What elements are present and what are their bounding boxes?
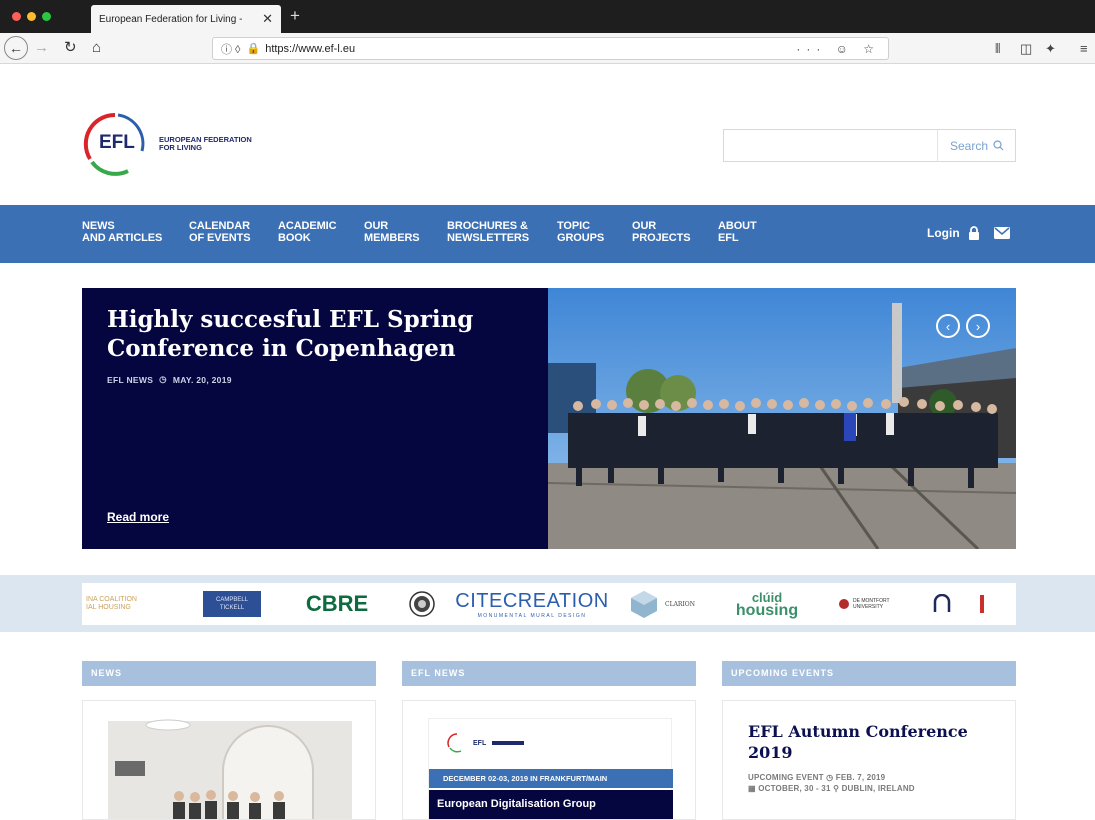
event-category[interactable]: UPCOMING EVENT xyxy=(748,773,824,782)
read-more-link[interactable]: Read more xyxy=(107,510,169,524)
event-dates: OCTOBER, 30 - 31 xyxy=(758,784,831,793)
browser-titlebar: European Federation for Living - ✕ + xyxy=(0,0,1095,33)
event-location: DUBLIN, IRELAND xyxy=(841,784,915,793)
back-button[interactable]: ← xyxy=(4,36,28,60)
member-logo[interactable]: DE MONTFORT UNIVERSITY xyxy=(822,583,912,625)
nav-our-members[interactable]: OUR MEMBERS xyxy=(364,220,420,244)
web-page: EFL EUROPEAN FEDERATION FOR LIVING Searc… xyxy=(0,64,1095,820)
member-logo[interactable]: CAMPBELL TICKELL xyxy=(182,583,282,625)
new-tab-button[interactable]: + xyxy=(290,6,300,26)
menu-icon[interactable]: ≡ xyxy=(1080,41,1088,56)
address-bar[interactable]: ⓘ ◊ 🔒 https://www.ef-l.eu ··· ☺ ☆ xyxy=(212,37,889,60)
login-label: Login xyxy=(927,226,960,240)
search-button-label: Search xyxy=(949,138,989,153)
hero-text-panel: Highly succesful EFL Spring Conference i… xyxy=(82,288,548,549)
lock-icon: 🔒 xyxy=(246,43,261,55)
url-text[interactable]: https://www.ef-l.eu xyxy=(265,43,796,55)
browser-toolbar: ← → ↻ ⌂ ⓘ ◊ 🔒 https://www.ef-l.eu ··· ☺ … xyxy=(0,33,1095,82)
efl-news-card[interactable]: EFL DECEMBER 02-03, 2019 IN FRANKFURT/MA… xyxy=(402,700,696,820)
news-card[interactable] xyxy=(82,700,376,820)
login-link[interactable]: Login xyxy=(927,226,1010,240)
flyer-banner: DECEMBER 02-03, 2019 IN FRANKFURT/MAIN xyxy=(429,769,673,788)
nav-academic-book[interactable]: ACADEMIC BOOK xyxy=(278,220,337,244)
mail-icon[interactable] xyxy=(993,227,1010,239)
efl-news-flyer: EFL DECEMBER 02-03, 2019 IN FRANKFURT/MA… xyxy=(428,718,673,819)
clock-icon: ◷ xyxy=(159,374,167,384)
slider-next-button[interactable]: › xyxy=(966,314,990,338)
reload-button[interactable]: ↻ xyxy=(64,37,77,59)
tab-title: European Federation for Living - xyxy=(99,13,243,25)
extension-icon[interactable]: ✦ xyxy=(1045,41,1056,57)
page-actions[interactable]: ··· ☺ ☆ xyxy=(796,42,880,56)
member-logo[interactable] xyxy=(912,583,972,625)
member-logo[interactable]: CITECREATION MONUMENTAL MURAL DESIGN xyxy=(452,583,612,625)
events-column-header[interactable]: UPCOMING EVENTS xyxy=(722,661,1016,686)
location-pin-icon: ⚲ xyxy=(833,784,840,793)
university-icon xyxy=(839,599,849,609)
member-logo[interactable]: clúid housing xyxy=(712,583,822,625)
arch-icon xyxy=(933,594,951,612)
search-icon xyxy=(993,140,1004,151)
event-card[interactable]: EFL Autumn Conference 2019 UPCOMING EVEN… xyxy=(722,700,1016,820)
nav-about-efl[interactable]: ABOUT EFL xyxy=(718,220,757,244)
member-logo[interactable] xyxy=(392,583,452,625)
site-info-icon[interactable]: ⓘ ◊ xyxy=(221,41,241,57)
hero-title[interactable]: Highly succesful EFL Spring Conference i… xyxy=(107,305,527,363)
members-logos: INA COALITION IAL HOUSING CAMPBELL TICKELL… xyxy=(82,583,1016,625)
members-carousel: INA COALITION IAL HOUSING CAMPBELL TICKELL… xyxy=(0,575,1095,632)
tab-close-icon[interactable]: ✕ xyxy=(262,11,273,27)
nav-topic-groups[interactable]: TOPIC GROUPS xyxy=(557,220,604,244)
news-column-header[interactable]: NEWS xyxy=(82,661,376,686)
hero-date: MAY. 20, 2019 xyxy=(172,374,232,385)
search-input[interactable] xyxy=(724,130,938,161)
cube-icon xyxy=(631,591,658,618)
logo-name: EUROPEAN FEDERATION FOR LIVING xyxy=(159,136,289,152)
flyer-logo: EFL xyxy=(447,733,525,753)
event-posted-date: FEB. 7, 2019 xyxy=(835,773,886,782)
news-photo xyxy=(83,701,375,819)
member-logo[interactable]: INA COALITION IAL HOUSING xyxy=(82,583,182,625)
event-meta: UPCOMING EVENT ◷ FEB. 7, 2019 ▦ OCTOBER,… xyxy=(748,772,915,794)
nav-news-and-articles[interactable]: NEWS AND ARTICLES xyxy=(82,220,162,244)
efl-logo-icon xyxy=(447,733,462,753)
efl-news-column-header[interactable]: EFL NEWS xyxy=(402,661,696,686)
hero-slider: Highly succesful EFL Spring Conference i… xyxy=(82,288,1016,549)
member-logo[interactable]: CLARION xyxy=(612,583,712,625)
member-logo[interactable] xyxy=(972,583,992,625)
logo-abbr: EFL xyxy=(99,132,135,153)
sidebar-icon[interactable]: ◫ xyxy=(1020,41,1032,57)
lock-icon xyxy=(968,226,979,240)
nav-brochures-newsletters[interactable]: BROCHURES & NEWSLETTERS xyxy=(447,220,529,244)
site-logo[interactable]: EFL EUROPEAN FEDERATION FOR LIVING xyxy=(82,111,282,181)
logo-name-line2: FOR LIVING xyxy=(159,143,202,152)
slider-arrows: ‹ › xyxy=(936,314,990,338)
hero-meta: EFL NEWS ◷ MAY. 20, 2019 xyxy=(107,374,232,385)
search-button[interactable]: Search xyxy=(939,130,1015,161)
clock-icon: ◷ xyxy=(826,773,834,782)
calendar-icon: ▦ xyxy=(748,784,756,793)
hero-photo[interactable]: ‹ › xyxy=(548,288,1016,549)
browser-tab[interactable]: European Federation for Living - ✕ xyxy=(91,5,281,33)
home-icon[interactable]: ⌂ xyxy=(92,37,101,59)
crest-icon xyxy=(409,591,435,617)
flyer-title: European Digitalisation Group xyxy=(429,790,673,819)
close-window-button[interactable] xyxy=(12,12,21,21)
library-icon[interactable]: ⫴ xyxy=(995,41,1000,57)
forward-button[interactable]: → xyxy=(34,37,49,59)
event-title[interactable]: EFL Autumn Conference 2019 xyxy=(748,721,998,763)
nav-our-projects[interactable]: OUR PROJECTS xyxy=(632,220,691,244)
minimize-window-button[interactable] xyxy=(27,12,36,21)
member-logo[interactable]: CBRE xyxy=(282,583,392,625)
hero-category[interactable]: EFL NEWS xyxy=(107,375,153,385)
nav-calendar-of-events[interactable]: CALENDAR OF EVENTS xyxy=(189,220,251,244)
search-box: Search xyxy=(723,129,1016,162)
window-controls xyxy=(12,12,51,21)
main-navigation: NEWS AND ARTICLES CALENDAR OF EVENTS ACADE… xyxy=(0,205,1095,263)
maximize-window-button[interactable] xyxy=(42,12,51,21)
slider-prev-button[interactable]: ‹ xyxy=(936,314,960,338)
